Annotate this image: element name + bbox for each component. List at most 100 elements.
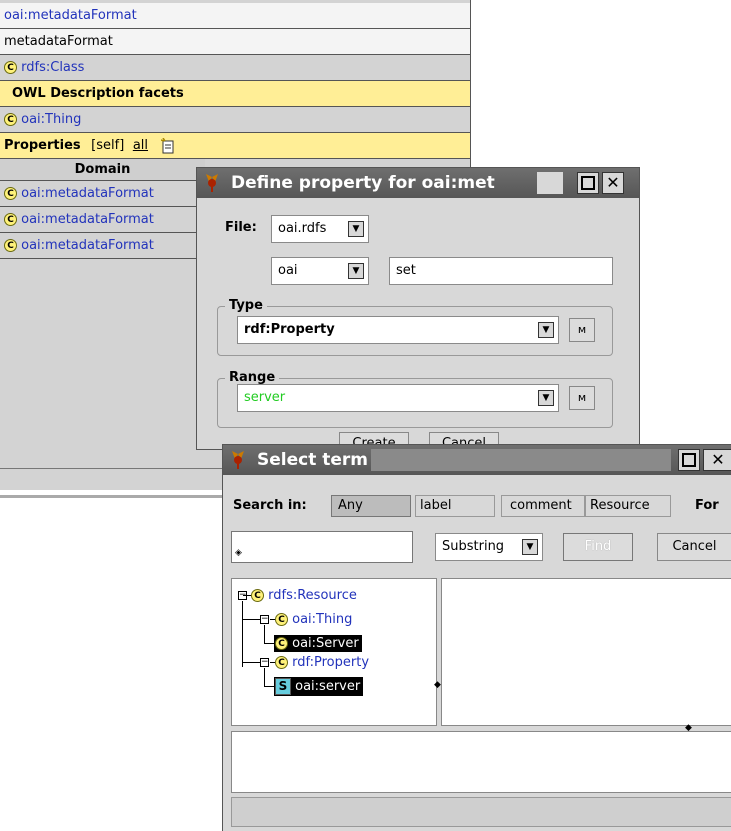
tree-item-oai-server[interactable]: C oai:Server bbox=[274, 635, 362, 652]
cancel-button[interactable]: Cancel bbox=[657, 533, 731, 561]
dropdown-arrow-icon[interactable]: ▼ bbox=[538, 390, 554, 406]
search-input[interactable]: ◈ bbox=[231, 531, 413, 563]
dropdown-arrow-icon[interactable]: ▼ bbox=[538, 322, 554, 338]
class-icon: C bbox=[275, 656, 288, 669]
collapse-icon[interactable]: − bbox=[260, 658, 269, 667]
class-icon: C bbox=[275, 637, 288, 650]
protege-logo-icon bbox=[228, 450, 248, 470]
owl-facets-header: OWL Description facets bbox=[0, 81, 470, 107]
define-property-dialog: Define property for oai:met ✕ File: oai.… bbox=[196, 167, 640, 456]
class-icon: C bbox=[4, 187, 17, 200]
tree-item-label: oai:Server bbox=[292, 636, 359, 651]
tree-item-rdfs-resource[interactable]: C rdfs:Resource bbox=[251, 588, 357, 603]
tree-item-label: oai:Thing bbox=[292, 612, 353, 627]
title-row[interactable]: oai:metadataFormat bbox=[0, 3, 470, 29]
class-icon: C bbox=[4, 61, 17, 74]
tree-item-rdf-property[interactable]: C rdf:Property bbox=[275, 655, 369, 670]
superclass-row[interactable]: C oai:Thing bbox=[0, 107, 470, 133]
class-icon: C bbox=[275, 613, 288, 626]
search-scope-resource[interactable]: Resource bbox=[585, 495, 671, 517]
define-dialog-titlebar[interactable]: Define property for oai:met ✕ bbox=[197, 168, 639, 198]
binoculars-icon[interactable]: ᴍ bbox=[569, 318, 595, 342]
owl-facets-title: OWL Description facets bbox=[12, 86, 184, 101]
maximize-icon[interactable] bbox=[577, 172, 599, 194]
tree-line bbox=[243, 619, 260, 620]
properties-label: Properties bbox=[4, 138, 81, 153]
search-scope-comment[interactable]: comment bbox=[501, 495, 585, 517]
tree-line bbox=[264, 686, 274, 687]
properties-header: Properties [self] all bbox=[0, 133, 470, 159]
select-dialog-title: Select term bbox=[257, 450, 369, 470]
class-icon: C bbox=[4, 113, 17, 126]
maximize-icon[interactable] bbox=[678, 449, 700, 471]
term-details-panel bbox=[441, 578, 731, 726]
range-value: server bbox=[244, 390, 286, 405]
term-tree[interactable]: − C rdfs:Resource − C oai:Thing C oai:Se… bbox=[231, 578, 437, 726]
search-scope-label[interactable]: label bbox=[415, 495, 495, 517]
cancel-button-label: Cancel bbox=[672, 539, 717, 554]
dropdown-arrow-icon[interactable]: ▼ bbox=[348, 263, 364, 279]
namespace-prefix-select[interactable]: oai ▼ bbox=[271, 257, 369, 285]
find-button-label: Find bbox=[584, 539, 612, 554]
file-label: File: bbox=[225, 220, 257, 235]
domain-link[interactable]: oai:metadataFormat bbox=[21, 186, 154, 201]
find-button[interactable]: Find bbox=[563, 533, 633, 561]
tree-item-label: oai:server bbox=[295, 679, 361, 694]
superclass-link[interactable]: oai:Thing bbox=[21, 112, 81, 127]
metaclass-row[interactable]: C rdfs:Class bbox=[0, 55, 470, 81]
domain-link[interactable]: oai:metadataFormat bbox=[21, 212, 154, 227]
scope-any-label: Any bbox=[338, 498, 363, 513]
scope-resource-label: Resource bbox=[590, 498, 650, 513]
text-cursor-icon: ◈ bbox=[235, 548, 242, 558]
tree-line bbox=[242, 601, 243, 667]
for-label: For bbox=[695, 498, 719, 513]
file-select[interactable]: oai.rdfs ▼ bbox=[271, 215, 369, 243]
collapse-icon[interactable]: − bbox=[260, 615, 269, 624]
close-icon[interactable]: ✕ bbox=[602, 172, 624, 194]
domain-column-header[interactable]: Domain bbox=[0, 159, 205, 181]
tree-line bbox=[243, 595, 251, 596]
close-icon[interactable]: ✕ bbox=[703, 449, 731, 471]
class-icon: C bbox=[4, 213, 17, 226]
class-icon: C bbox=[4, 239, 17, 252]
title-separator bbox=[371, 449, 671, 471]
all-link[interactable]: all bbox=[133, 138, 148, 153]
define-dialog-title: Define property for oai:met bbox=[231, 173, 495, 193]
file-select-value: oai.rdfs bbox=[278, 221, 327, 236]
comment-panel bbox=[231, 731, 731, 793]
tree-item-oai-server-property[interactable]: S oai:server bbox=[274, 677, 364, 696]
match-mode-value: Substring bbox=[442, 539, 505, 554]
domain-row[interactable]: C oai:metadataFormat bbox=[0, 181, 205, 207]
property-name-input[interactable]: set bbox=[389, 257, 613, 285]
dropdown-arrow-icon[interactable]: ▼ bbox=[348, 221, 364, 237]
class-name-row: metadataFormat bbox=[0, 29, 470, 55]
binoculars-icon[interactable]: ᴍ bbox=[569, 386, 595, 410]
tree-item-oai-thing[interactable]: C oai:Thing bbox=[275, 612, 352, 627]
horizontal-split-handle-icon[interactable]: ◆ bbox=[434, 680, 441, 690]
class-icon: C bbox=[251, 589, 264, 602]
dropdown-arrow-icon[interactable]: ▼ bbox=[522, 539, 538, 555]
prefix-value: oai bbox=[278, 263, 298, 278]
metaclass-link[interactable]: rdfs:Class bbox=[21, 60, 84, 75]
type-select[interactable]: rdf:Property ▼ bbox=[237, 316, 559, 344]
create-property-icon[interactable] bbox=[160, 137, 175, 154]
type-group-label: Type bbox=[225, 298, 267, 313]
tree-item-label: rdf:Property bbox=[292, 655, 370, 670]
search-in-label: Search in: bbox=[233, 498, 307, 513]
domain-header-label: Domain bbox=[74, 162, 131, 177]
property-name-value: set bbox=[396, 263, 416, 278]
domain-row[interactable]: C oai:metadataFormat bbox=[0, 233, 205, 259]
range-select[interactable]: server ▼ bbox=[237, 384, 559, 412]
tree-line bbox=[264, 643, 274, 644]
domain-row[interactable]: C oai:metadataFormat bbox=[0, 207, 205, 233]
select-dialog-titlebar[interactable]: Select term ✕ bbox=[223, 445, 731, 475]
protege-logo-icon bbox=[202, 173, 222, 193]
class-name-link[interactable]: oai:metadataFormat bbox=[4, 8, 137, 23]
title-separator bbox=[537, 172, 563, 194]
tree-item-label: rdfs:Resource bbox=[268, 588, 357, 603]
search-scope-any[interactable]: Any bbox=[331, 495, 411, 517]
match-mode-select[interactable]: Substring ▼ bbox=[435, 533, 543, 561]
scope-comment-label: comment bbox=[510, 498, 572, 513]
domain-link[interactable]: oai:metadataFormat bbox=[21, 238, 154, 253]
self-toggle[interactable]: [self] bbox=[91, 138, 124, 153]
